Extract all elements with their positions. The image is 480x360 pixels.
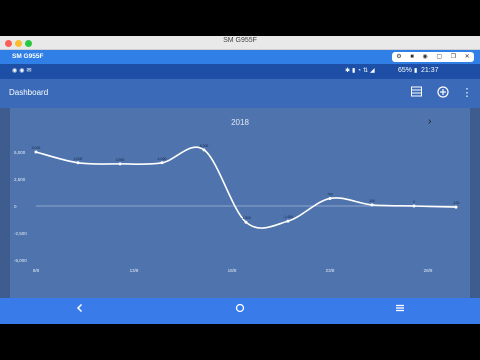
signal-icons: ✱▮◔⇅◢	[345, 68, 377, 74]
x-tick-label: 8/8	[33, 268, 40, 273]
data-point	[118, 162, 122, 166]
y-tick-label: -5,000	[14, 258, 27, 263]
more-vert-icon[interactable]: ⋮	[460, 86, 474, 100]
home-icon[interactable]	[232, 303, 248, 319]
data-label: -1,400	[283, 215, 293, 219]
device-toolbar: SM G955F ⚙ ■ ◉ ▢ ❐ ✕	[0, 50, 480, 64]
line-chart: 5,000 2,500 0 -2,500 -5,000 8/8 13/8 18/8 23/8 28…	[14, 144, 460, 273]
x-tick-label: 28/8	[424, 268, 433, 273]
data-point	[76, 161, 80, 165]
battery-icon: ▮	[414, 68, 418, 74]
recents-icon[interactable]	[392, 303, 408, 319]
x-tick-label: 13/8	[130, 268, 139, 273]
table-icon[interactable]	[409, 86, 423, 100]
close-icon[interactable]: ✕	[465, 52, 470, 62]
y-tick-label: 2,500	[14, 177, 26, 182]
data-label: 5,000	[32, 146, 41, 150]
page-title: Dashboard	[9, 88, 49, 97]
notification-icons: ◉◉✉	[12, 68, 34, 74]
clock: 21:37	[421, 67, 439, 74]
dashboard-content: 2018 › 5,000 2,500 0 -2,500 -5,000 8/8 13/8 18/…	[0, 108, 480, 324]
window-title: SM G955F	[223, 37, 257, 44]
data-point	[412, 204, 416, 208]
app-bar: Dashboard ⋮	[0, 79, 480, 108]
device-controls: ⚙ ■ ◉ ▢ ❐ ✕	[392, 52, 474, 62]
video-icon[interactable]: ■	[410, 52, 414, 62]
x-tick-label: 18/8	[228, 268, 237, 273]
camera-icon[interactable]: ◉	[423, 52, 428, 62]
android-screen: ◉◉✉ ✱▮◔⇅◢ 65% ▮ 21:37 Dashboard ⋮ 2018 ›…	[0, 64, 480, 324]
settings-icon[interactable]: ⚙	[396, 52, 401, 62]
window-icon[interactable]: ▢	[436, 52, 442, 62]
y-tick-label: -2,500	[14, 231, 27, 236]
data-label: 5,200	[200, 144, 209, 148]
data-label: -1,500	[241, 216, 251, 220]
device-name: SM G955F	[12, 53, 44, 60]
data-point	[202, 148, 206, 152]
screen-frame: SM G955F SM G955F ⚙ ■ ◉ ▢ ❐ ✕ ◉◉✉ ✱▮◔⇅◢ …	[0, 0, 480, 360]
data-point	[244, 220, 248, 224]
battery-percent: 65%	[398, 67, 413, 74]
y-tick-label: 0	[14, 204, 17, 209]
android-nav-bar	[0, 298, 480, 324]
window-titlebar: SM G955F	[0, 36, 480, 50]
data-point	[454, 205, 458, 209]
data-label: 0	[413, 200, 415, 204]
data-label: 4,000	[74, 157, 83, 161]
data-point	[160, 161, 164, 165]
add-circle-icon[interactable]	[436, 86, 450, 100]
status-bar: ◉◉✉ ✱▮◔⇅◢ 65% ▮ 21:37	[0, 64, 480, 79]
data-point	[286, 219, 290, 223]
chart-card: 2018 › 5,000 2,500 0 -2,500 -5,000 8/8 13/8 18/…	[10, 108, 470, 298]
data-point	[328, 196, 332, 200]
x-tick-label: 23/8	[326, 268, 335, 273]
data-label: 100	[369, 199, 375, 203]
data-label: 700	[327, 192, 333, 196]
data-label: 4,000	[158, 157, 167, 161]
data-label: 3,900	[116, 158, 125, 162]
data-label: -100	[452, 201, 459, 205]
y-tick-label: 5,000	[14, 150, 26, 155]
copy-icon[interactable]: ❐	[451, 52, 456, 62]
data-point	[370, 203, 374, 207]
back-icon[interactable]	[72, 303, 88, 319]
data-point	[34, 150, 38, 154]
